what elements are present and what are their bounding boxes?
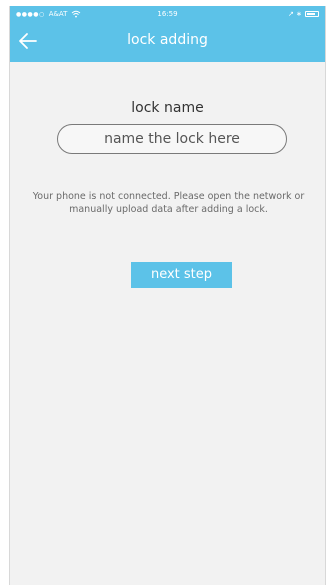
phone-screen: ●●●●○ A&AT 16:59 ↗ ∗ lock adding lock na… <box>9 6 326 585</box>
header: ●●●●○ A&AT 16:59 ↗ ∗ lock adding <box>10 6 325 62</box>
status-bar: ●●●●○ A&AT 16:59 ↗ ∗ <box>10 6 325 24</box>
location-bluetooth-icons: ↗ ∗ <box>288 10 302 18</box>
battery-fill <box>307 13 315 15</box>
lock-name-label: lock name <box>131 100 204 116</box>
battery-icon <box>305 11 319 17</box>
lock-name-input[interactable] <box>57 124 287 154</box>
next-step-button[interactable]: next step <box>131 262 232 288</box>
status-time: 16:59 <box>157 10 178 18</box>
connection-notice: Your phone is not connected. Please open… <box>32 191 305 215</box>
nav-bar: lock adding <box>10 26 325 56</box>
page-title: lock adding <box>127 32 208 48</box>
status-right: ↗ ∗ <box>288 10 319 18</box>
